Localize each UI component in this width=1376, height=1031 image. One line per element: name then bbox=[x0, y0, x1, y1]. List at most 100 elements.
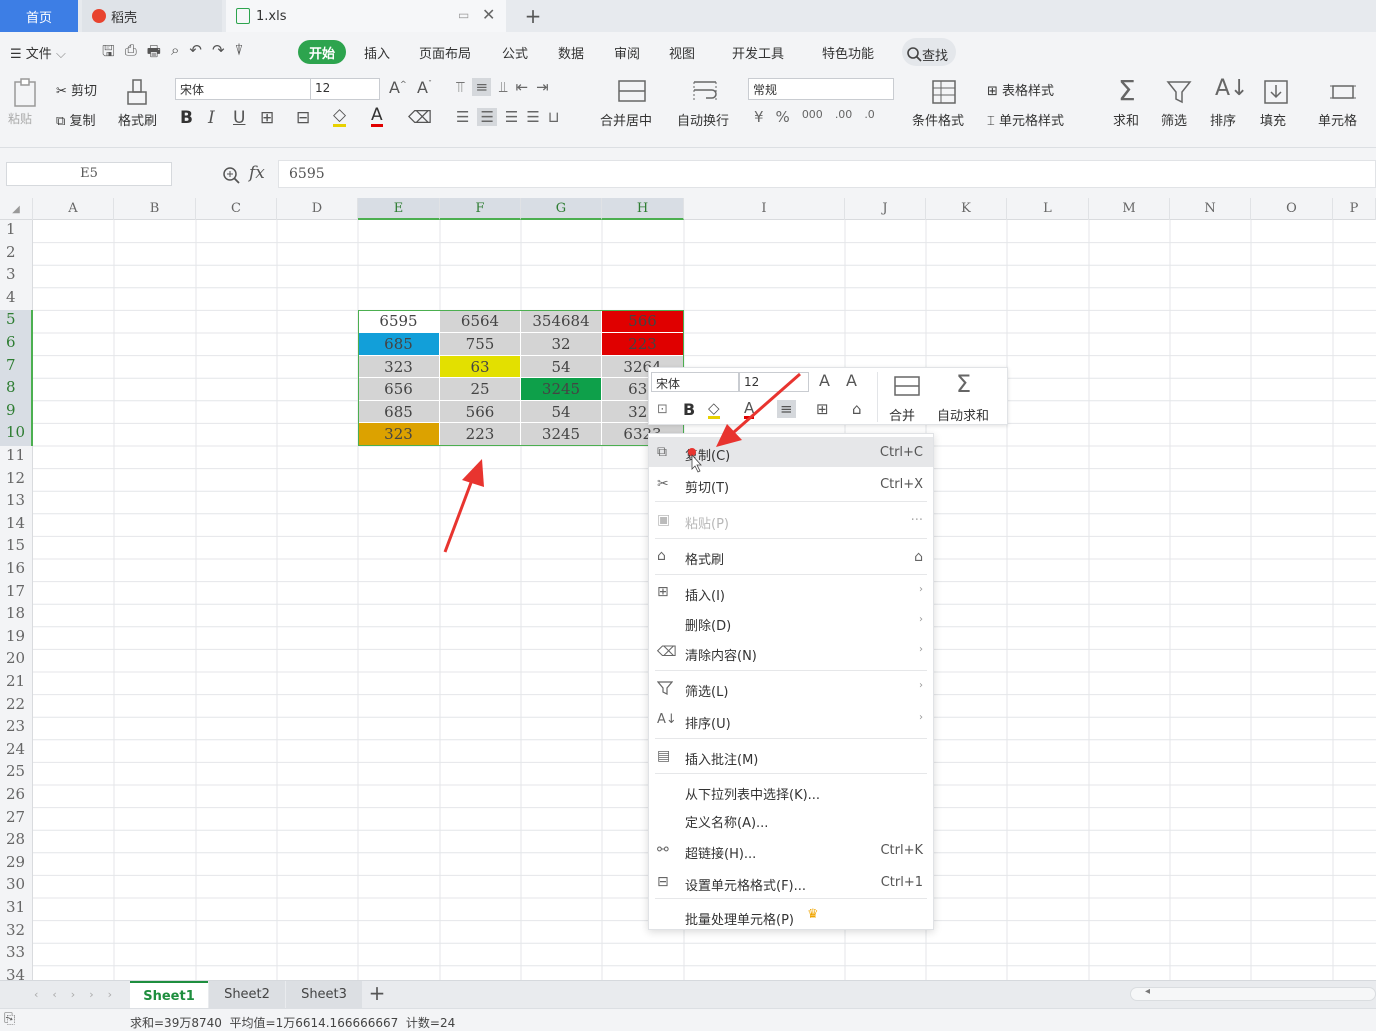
format-painter-icon[interactable] bbox=[124, 78, 152, 108]
menu-start[interactable]: 开始 bbox=[298, 40, 347, 64]
decrease-decimal-icon[interactable]: .0 bbox=[864, 108, 875, 126]
row-header-9[interactable]: 9 bbox=[0, 400, 33, 424]
row-header-7[interactable]: 7 bbox=[0, 355, 33, 379]
column-header-e[interactable]: E bbox=[358, 198, 440, 220]
column-header-l[interactable]: L bbox=[1007, 198, 1089, 220]
menu-page-layout[interactable]: 页面布局 bbox=[419, 43, 471, 62]
currency-icon[interactable]: ¥ bbox=[754, 108, 764, 126]
conditional-format-icon[interactable] bbox=[930, 78, 958, 106]
column-header-c[interactable]: C bbox=[196, 198, 277, 220]
format-painter-label[interactable]: 格式刷 bbox=[118, 110, 157, 129]
align-bottom-icon[interactable]: ⫫ bbox=[499, 78, 507, 96]
new-tab-button[interactable]: + bbox=[518, 0, 548, 32]
print-icon[interactable]: 🖶 bbox=[147, 41, 161, 66]
merge-center-icon[interactable] bbox=[617, 78, 647, 106]
pin-icon[interactable]: ▭ bbox=[458, 8, 469, 22]
row-header-28[interactable]: 28 bbox=[0, 830, 33, 853]
sheet-nav-arrows[interactable]: ‹‹››› bbox=[34, 988, 126, 1001]
cell-e5[interactable]: 6595 bbox=[358, 310, 440, 333]
row-header-31[interactable]: 31 bbox=[0, 898, 33, 921]
cell-f7[interactable]: 63 bbox=[440, 355, 521, 379]
eraser-icon[interactable]: ⌫ bbox=[408, 108, 432, 128]
row-header-29[interactable]: 29 bbox=[0, 853, 33, 876]
ctx-filter[interactable]: 筛选(L) › bbox=[649, 673, 933, 703]
row-header-32[interactable]: 32 bbox=[0, 921, 33, 944]
menu-formula[interactable]: 公式 bbox=[502, 43, 528, 62]
paste-icon[interactable] bbox=[12, 78, 40, 108]
macro-record-icon[interactable]: ⎘ bbox=[4, 1011, 15, 1027]
paste-label[interactable]: 粘贴 bbox=[8, 110, 32, 127]
mini-font-color-icon[interactable]: A bbox=[744, 400, 755, 419]
ctx-sort[interactable]: A↓ 排序(U) › bbox=[649, 705, 933, 735]
mini-increase-font-icon[interactable]: A bbox=[819, 371, 830, 390]
zoom-icon[interactable]: ⌕ bbox=[171, 41, 179, 66]
fill-icon[interactable] bbox=[1262, 78, 1290, 106]
mini-merge-icon[interactable] bbox=[893, 374, 921, 398]
cell-f10[interactable]: 223 bbox=[440, 423, 521, 446]
row-header-24[interactable]: 24 bbox=[0, 740, 33, 763]
menu-insert[interactable]: 插入 bbox=[364, 43, 390, 62]
cell-g9[interactable]: 54 bbox=[521, 400, 602, 424]
mini-merge-label[interactable]: 合并 bbox=[889, 405, 915, 424]
cell-fill-style-icon[interactable]: ⊟ bbox=[296, 108, 310, 128]
cut-button[interactable]: ✂ 剪切 bbox=[56, 80, 97, 99]
cell-f5[interactable]: 6564 bbox=[440, 310, 521, 333]
cell-g10[interactable]: 3245 bbox=[521, 423, 602, 446]
mini-wrap-icon[interactable]: ⊡ bbox=[657, 402, 668, 417]
formula-input[interactable]: 6595 bbox=[278, 160, 1376, 188]
ctx-delete[interactable]: 删除(D) › bbox=[649, 607, 933, 637]
row-header-5[interactable]: 5 bbox=[0, 310, 33, 333]
filter-icon[interactable] bbox=[1165, 78, 1193, 106]
bold-button[interactable]: B bbox=[180, 108, 193, 128]
ctx-format-painter[interactable]: ⌂ 格式刷 ⌂ bbox=[649, 541, 933, 571]
cell-h6[interactable]: 223 bbox=[602, 333, 684, 356]
cell-g5[interactable]: 354684 bbox=[521, 310, 602, 333]
row-header-1[interactable]: 1 bbox=[0, 220, 33, 243]
wrap-text-icon[interactable] bbox=[690, 78, 720, 106]
format-painter-lock-icon[interactable]: ⌂ bbox=[914, 549, 923, 565]
sheet-tab-2[interactable]: Sheet2 bbox=[209, 981, 285, 1009]
ctx-clear[interactable]: ⌫ 清除内容(N) › bbox=[649, 637, 933, 667]
indent-decrease-icon[interactable]: ⇤ bbox=[516, 78, 529, 96]
select-all-corner[interactable]: ◢ bbox=[0, 198, 33, 220]
file-menu[interactable]: ☰ 文件 ⌵ bbox=[10, 43, 66, 62]
ctx-paste[interactable]: ▣ 粘贴(P) ··· bbox=[649, 505, 933, 535]
row-header-13[interactable]: 13 bbox=[0, 491, 33, 514]
zoom-formula-icon[interactable] bbox=[222, 166, 240, 184]
row-header-17[interactable]: 17 bbox=[0, 582, 33, 605]
number-format-select[interactable]: 常规 bbox=[748, 78, 894, 100]
tab-daoke[interactable]: 稻壳 bbox=[82, 0, 222, 32]
row-header-10[interactable]: 10 bbox=[0, 423, 33, 446]
underline-button[interactable]: U bbox=[233, 108, 245, 128]
row-header-27[interactable]: 27 bbox=[0, 808, 33, 831]
mini-align-center-icon[interactable]: ≡ bbox=[777, 400, 796, 418]
ctx-pick-list[interactable]: 从下拉列表中选择(K)... bbox=[649, 776, 933, 806]
row-header-18[interactable]: 18 bbox=[0, 604, 33, 627]
add-sheet-button[interactable]: + bbox=[364, 981, 390, 1009]
row-header-8[interactable]: 8 bbox=[0, 378, 33, 401]
menu-review[interactable]: 审阅 bbox=[614, 43, 640, 62]
conditional-format-label[interactable]: 条件格式 bbox=[912, 110, 964, 129]
row-header-14[interactable]: 14 bbox=[0, 514, 33, 537]
indent-increase-icon[interactable]: ⇥ bbox=[536, 78, 549, 96]
horizontal-scrollbar[interactable]: ◂ bbox=[1130, 986, 1376, 1001]
column-header-b[interactable]: B bbox=[114, 198, 196, 220]
row-header-11[interactable]: 11 bbox=[0, 446, 33, 469]
row-header-23[interactable]: 23 bbox=[0, 717, 33, 740]
column-header-o[interactable]: O bbox=[1251, 198, 1333, 220]
mini-decrease-font-icon[interactable]: A bbox=[846, 371, 857, 390]
sum-label[interactable]: 求和 bbox=[1113, 110, 1139, 129]
align-left-icon[interactable]: ☰ bbox=[456, 108, 469, 126]
mini-autosum-label[interactable]: 自动求和 bbox=[937, 405, 989, 424]
cell-g7[interactable]: 54 bbox=[521, 355, 602, 379]
ctx-hyperlink[interactable]: ⚯ 超链接(H)... Ctrl+K bbox=[649, 835, 933, 865]
row-header-6[interactable]: 6 bbox=[0, 333, 33, 356]
row-header-2[interactable]: 2 bbox=[0, 243, 33, 266]
tab-home[interactable]: 首页 bbox=[0, 0, 78, 32]
justify-icon[interactable]: ☰ bbox=[526, 108, 539, 126]
ctx-insert[interactable]: ⊞ 插入(I) › bbox=[649, 577, 933, 607]
mini-autosum-icon[interactable]: Σ bbox=[956, 370, 971, 398]
cell-h5[interactable]: 566 bbox=[602, 310, 684, 333]
fill-color-icon[interactable]: ◇ bbox=[333, 106, 347, 127]
mini-font-name-select[interactable]: 宋体 bbox=[651, 372, 739, 392]
